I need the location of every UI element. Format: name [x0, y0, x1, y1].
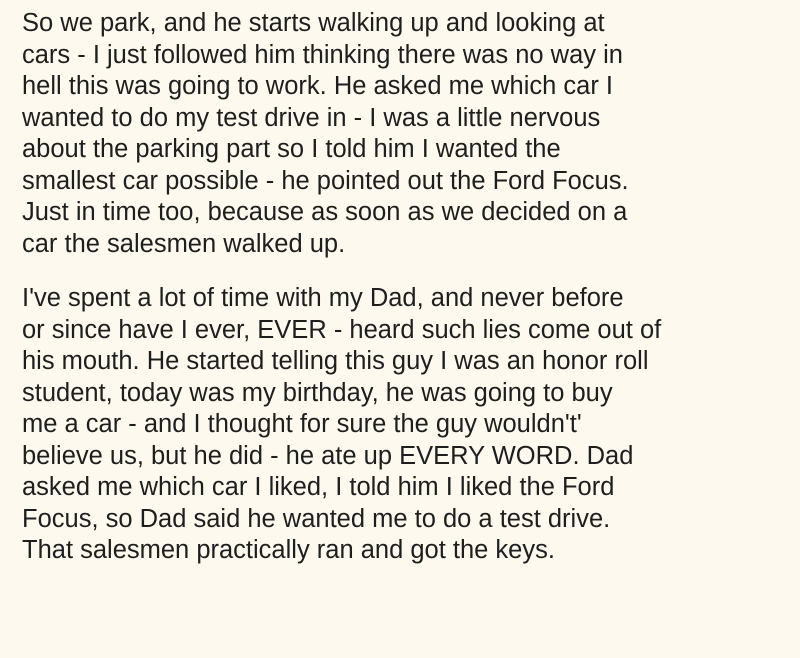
- paragraph-2: I've spent a lot of time with my Dad, an…: [22, 283, 792, 567]
- text-line: his mouth. He started telling this guy I…: [22, 347, 649, 375]
- text-line: So we park, and he starts walking up and…: [22, 9, 605, 37]
- text-line: believe us, but he did - he ate up EVERY…: [22, 441, 634, 470]
- text-line: Just in time too, because as soon as we …: [22, 198, 628, 226]
- text-line: student, today was my birthday, he was g…: [22, 378, 613, 407]
- text-line: car the salesmen walked up.: [22, 229, 346, 258]
- text-line: That salesmen practically ran and got th…: [22, 536, 555, 564]
- paragraph-1: So we park, and he starts walking up and…: [22, 8, 792, 260]
- text-line: asked me which car I liked, I told him I…: [22, 473, 615, 501]
- text-line: wanted to do my test drive in - I was a …: [22, 103, 601, 132]
- text-line: me a car - and I thought for sure the gu…: [22, 410, 582, 438]
- text-line: or since have I ever, EVER - heard such …: [22, 315, 662, 344]
- story-text: So we park, and he starts walking up and…: [22, 8, 792, 567]
- text-line: smallest car possible - he pointed out t…: [22, 166, 629, 195]
- text-line: Focus, so Dad said he wanted me to do a …: [22, 504, 611, 533]
- text-line: I've spent a lot of time with my Dad, an…: [22, 284, 624, 312]
- text-line: about the parking part so I told him I w…: [22, 135, 561, 163]
- text-line: cars - I just followed him thinking ther…: [22, 40, 623, 69]
- text-line: hell this was going to work. He asked me…: [22, 72, 614, 100]
